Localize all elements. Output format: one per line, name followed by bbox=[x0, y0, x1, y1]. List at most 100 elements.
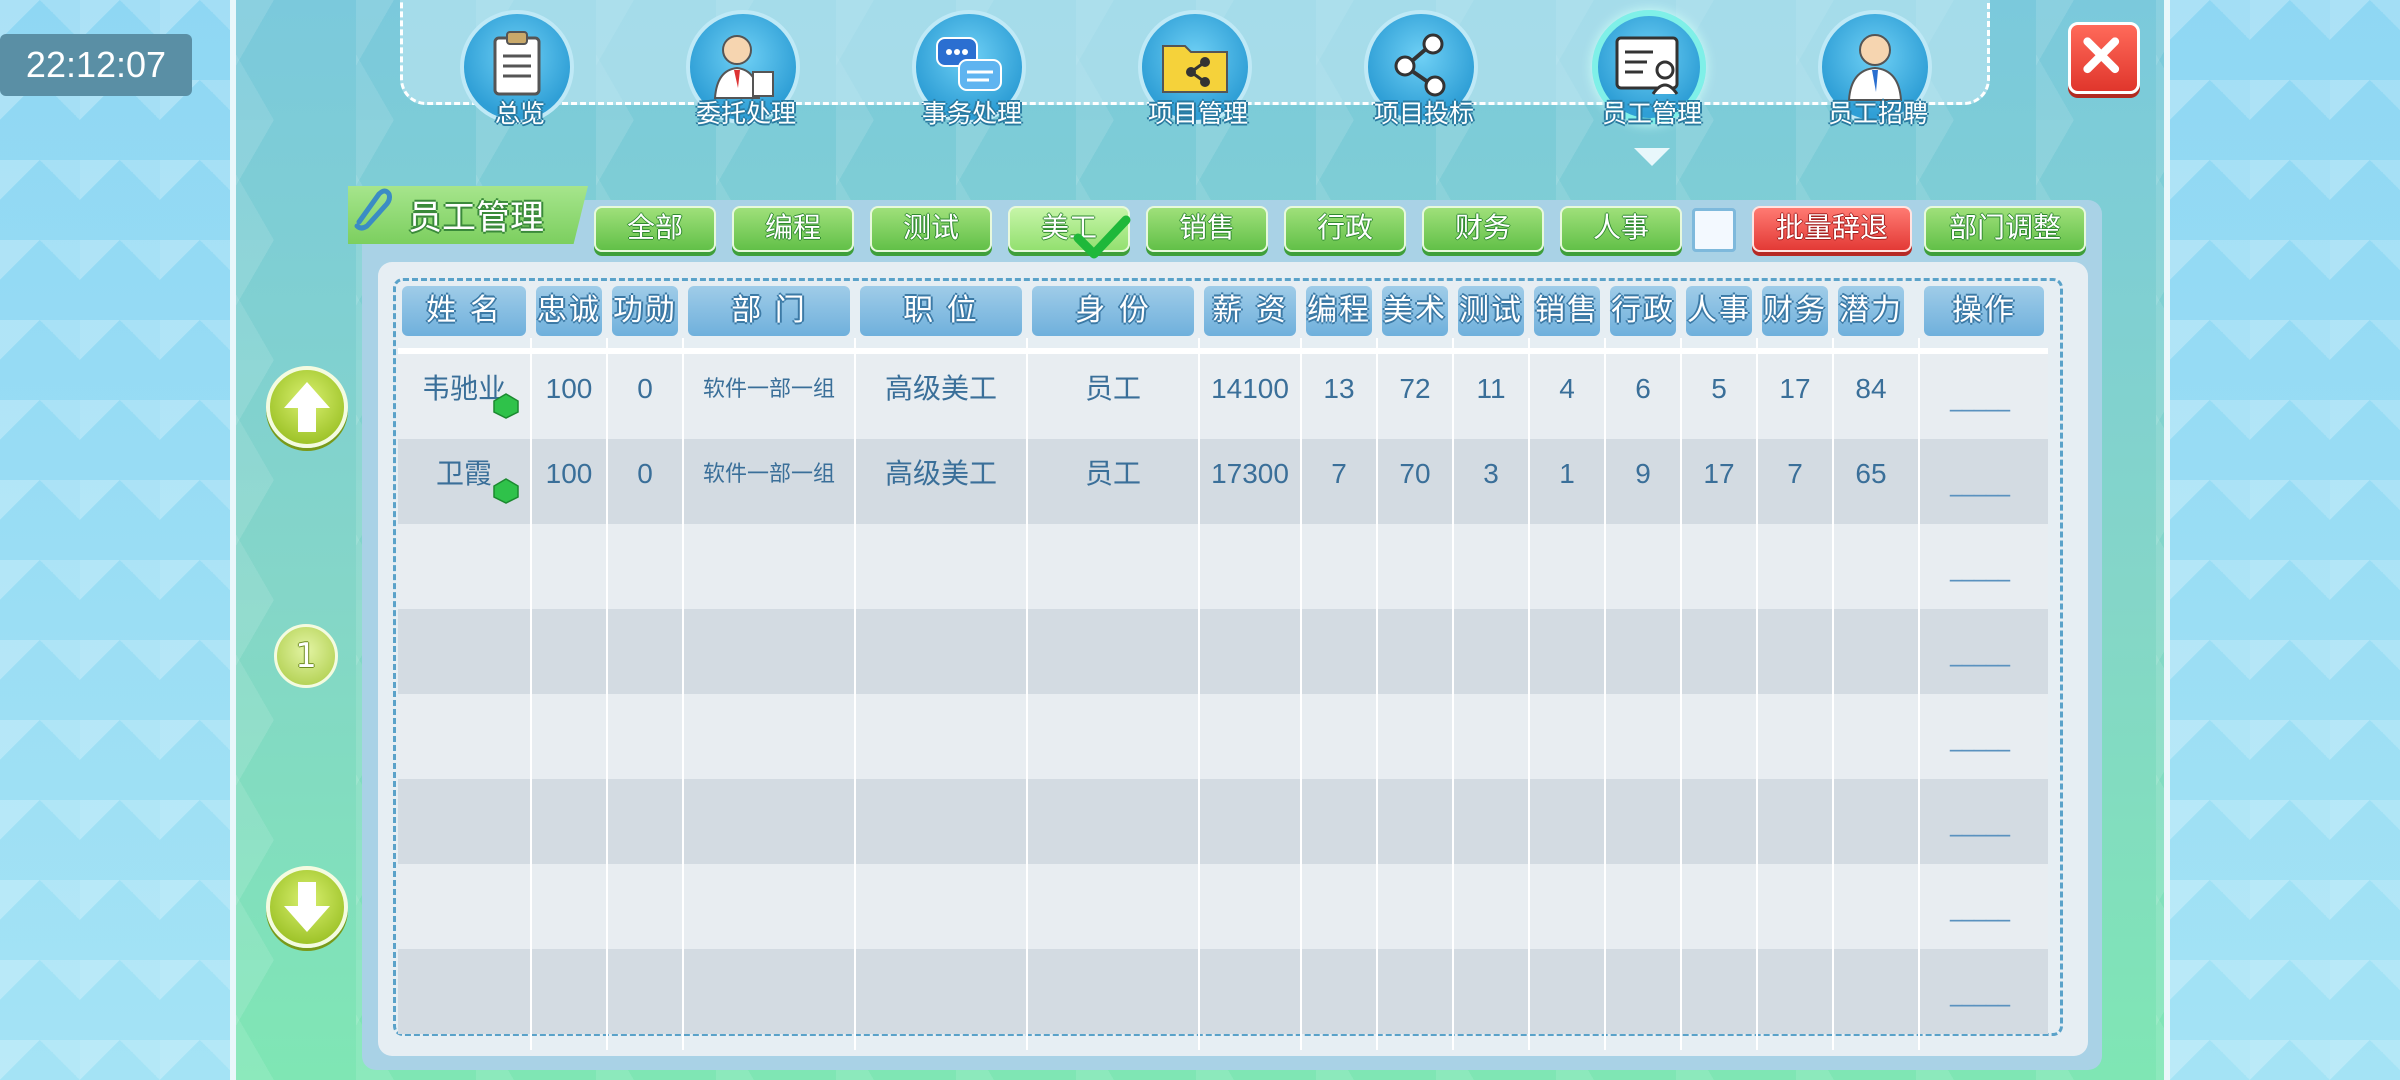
gem-icon bbox=[493, 478, 519, 504]
header-cell: 薪 资 bbox=[1204, 286, 1296, 336]
clipboard-icon bbox=[493, 31, 541, 96]
row-action[interactable]: _____ bbox=[1950, 979, 2010, 1007]
batch-dismiss-button[interactable]: 批量辞退 bbox=[1752, 206, 1912, 252]
table-row[interactable]: _____ bbox=[398, 694, 2048, 779]
row-action[interactable]: _____ bbox=[1950, 384, 2010, 412]
header-cell: 美术 bbox=[1382, 286, 1448, 336]
header-cell: 销售 bbox=[1534, 286, 1600, 336]
column-divider bbox=[854, 338, 856, 1050]
filter-programming-button[interactable]: 编程 bbox=[732, 206, 854, 252]
clock: 22:12:07 bbox=[0, 34, 192, 96]
businessman-document-icon bbox=[713, 35, 774, 99]
table-row[interactable]: _____ bbox=[398, 779, 2048, 864]
header-cell: 忠诚 bbox=[536, 286, 602, 336]
header-cell: 部 门 bbox=[688, 286, 850, 336]
table-cell: 14100 bbox=[1211, 373, 1289, 404]
table-cell: 高级美工 bbox=[884, 458, 997, 489]
header-cell: 财务 bbox=[1762, 286, 1828, 336]
nav-employee-management[interactable]: 员工管理 bbox=[1592, 10, 1712, 130]
table-cell: 11 bbox=[1476, 373, 1506, 404]
table-cell: 软件一部一组 bbox=[702, 376, 835, 401]
table-cell: 1 bbox=[1559, 458, 1575, 489]
nav-project-management[interactable]: 项目管理 bbox=[1138, 10, 1258, 130]
column-divider bbox=[682, 338, 684, 1050]
left-background bbox=[0, 0, 230, 1080]
table-cell: 72 bbox=[1399, 373, 1431, 404]
scroll-down-button[interactable] bbox=[266, 866, 348, 948]
column-divider bbox=[530, 338, 532, 1050]
nav-recruitment[interactable]: 员工招聘 bbox=[1818, 10, 1938, 130]
column-divider bbox=[1376, 338, 1378, 1050]
table-row[interactable]: _____ bbox=[398, 949, 2048, 1034]
close-icon bbox=[2083, 37, 2120, 74]
table-cell: 员工 bbox=[1084, 458, 1141, 489]
employee-card-icon bbox=[1615, 36, 1679, 95]
close-button[interactable] bbox=[2068, 22, 2140, 94]
nav-commission[interactable]: 委托处理 bbox=[686, 10, 806, 130]
scroll-up-button[interactable] bbox=[266, 366, 348, 448]
column-divider bbox=[1528, 338, 1530, 1050]
table-row[interactable]: _____ bbox=[398, 864, 2048, 949]
filter-testing-button[interactable]: 测试 bbox=[870, 206, 992, 252]
column-divider bbox=[1198, 338, 1200, 1050]
table-header: 姓 名忠诚 功勋部 门职 位身 份薪 资编程 美术 测试 销售 行政 人事 财务 潜力 操作 bbox=[398, 282, 2048, 338]
header-cell: 潜力 bbox=[1838, 286, 1904, 336]
folder-share-icon bbox=[1162, 45, 1228, 93]
arrow-up-icon bbox=[284, 382, 330, 432]
table-cell: 13 bbox=[1323, 373, 1355, 404]
table-cell: 5 bbox=[1711, 373, 1727, 404]
filter-all-button[interactable]: 全部 bbox=[594, 206, 716, 252]
table-cell: 70 bbox=[1399, 458, 1431, 489]
filter-admin-button[interactable]: 行政 bbox=[1284, 206, 1406, 252]
row-action[interactable]: _____ bbox=[1950, 809, 2010, 837]
table-row[interactable]: _____ bbox=[398, 524, 2048, 609]
row-action[interactable]: _____ bbox=[1950, 469, 2010, 497]
column-divider bbox=[1918, 338, 1920, 1050]
panel-title: 员工管理 bbox=[408, 198, 544, 238]
table-cell: 100 bbox=[545, 458, 593, 489]
column-divider bbox=[1832, 338, 1834, 1050]
table-row[interactable]: _____ bbox=[398, 609, 2048, 694]
table-cell: 65 bbox=[1855, 458, 1887, 489]
share-nodes-icon bbox=[1394, 33, 1446, 97]
nav-project-bidding[interactable]: 项目投标 bbox=[1364, 10, 1484, 130]
row-action[interactable]: _____ bbox=[1950, 639, 2010, 667]
table-cell: 6 bbox=[1635, 373, 1651, 404]
row-action[interactable]: _____ bbox=[1950, 724, 2010, 752]
table-cell: 0 bbox=[637, 458, 653, 489]
header-cell: 身 份 bbox=[1032, 286, 1194, 336]
column-divider bbox=[1756, 338, 1758, 1050]
page-number: 1 bbox=[274, 624, 338, 688]
table-cell: 17300 bbox=[1211, 458, 1289, 489]
filter-hr-button[interactable]: 人事 bbox=[1560, 206, 1682, 252]
row-action[interactable]: _____ bbox=[1950, 894, 2010, 922]
gem-icon bbox=[493, 393, 519, 419]
table-cell: 高级美工 bbox=[884, 373, 997, 404]
table-row[interactable]: 卫霞 100 0 软件一部一组 高级美工 员工 17300 7 70 3 1 9 17 7 65 _____ bbox=[398, 439, 2048, 524]
filter-sales-button[interactable]: 销售 bbox=[1146, 206, 1268, 252]
column-divider bbox=[1026, 338, 1028, 1050]
header-cell: 人事 bbox=[1686, 286, 1752, 336]
column-divider bbox=[1452, 338, 1454, 1050]
table-cell: 7 bbox=[1787, 458, 1803, 489]
active-tab-indicator bbox=[1634, 148, 1670, 166]
table-row[interactable]: 韦驰业 100 0 软件一部一组 高级美工 员工 14100 13 72 11 4 6 5 17 84 ___… bbox=[398, 354, 2048, 439]
filter-finance-button[interactable]: 财务 bbox=[1422, 206, 1544, 252]
table-cell: 7 bbox=[1331, 458, 1347, 489]
table-cell: 员工 bbox=[1084, 373, 1141, 404]
select-all-checkbox[interactable] bbox=[1692, 208, 1736, 252]
nav-overview[interactable]: 总览 bbox=[460, 10, 580, 130]
table-cell: 84 bbox=[1855, 373, 1887, 404]
department-adjust-button[interactable]: 部门调整 bbox=[1924, 206, 2086, 252]
paperclip-icon bbox=[354, 188, 392, 231]
table-cell: 3 bbox=[1483, 458, 1499, 489]
row-action[interactable]: _____ bbox=[1950, 554, 2010, 582]
table-cell: 0 bbox=[637, 373, 653, 404]
table-cell: 软件一部一组 bbox=[702, 461, 835, 486]
column-divider bbox=[1604, 338, 1606, 1050]
checkmark-icon bbox=[1073, 215, 1131, 259]
nav-affairs[interactable]: 事务处理 bbox=[912, 10, 1032, 130]
header-cell: 行政 bbox=[1610, 286, 1676, 336]
table-cell: 100 bbox=[545, 373, 593, 404]
header-cell: 职 位 bbox=[860, 286, 1022, 336]
